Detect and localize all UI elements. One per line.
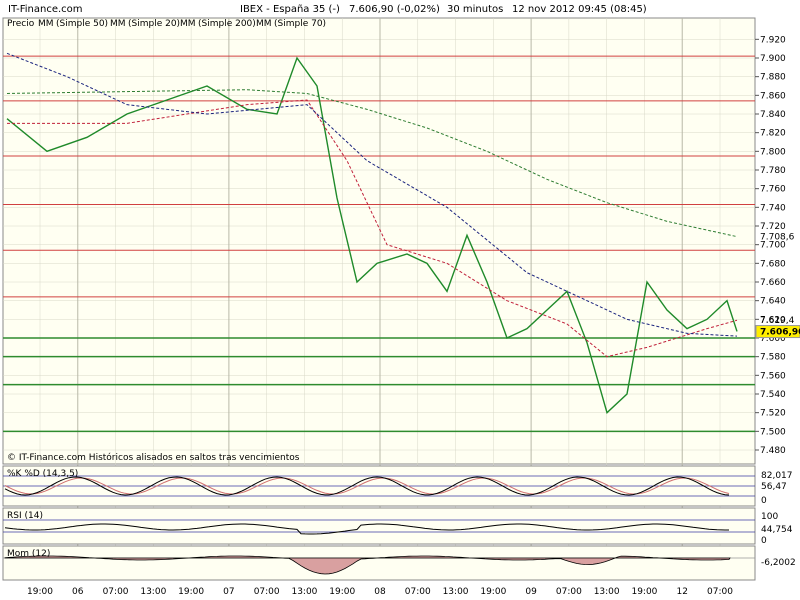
instrument-label: IBEX - España 35 (-) (240, 4, 340, 15)
rsi-title: RSI (14) (7, 511, 43, 521)
mom-title: Mom (12) (7, 549, 50, 559)
price-tick-label: 7.500 (760, 427, 786, 437)
price-tick-label: 7.680 (760, 259, 786, 269)
price-tick-label: 7.560 (760, 371, 786, 381)
chart-svg: IT-Finance.com IBEX - España 35 (-) 7.60… (0, 0, 800, 597)
x-tick-label: 07:00 (556, 587, 582, 597)
price-tick-label: 7.800 (760, 147, 786, 157)
datetime-label: 12 nov 2012 09:45 (08:45) (512, 4, 647, 15)
x-tick-label: 07:00 (405, 587, 431, 597)
legend-prefix-4: MM (256, 19, 272, 29)
x-tick-label: 09 (525, 587, 537, 597)
price-tick-label: 7.660 (760, 278, 786, 288)
price-tick-label: 7.760 (760, 185, 786, 195)
legend-sma200: (Simple 200) (198, 19, 256, 29)
legend-sma50: (Simple 50) (56, 19, 108, 29)
rsi-value: 44,754 (761, 525, 793, 535)
rsi-tick-0: 0 (761, 536, 767, 546)
brand-label: IT-Finance.com (8, 4, 83, 15)
price-tick-label: 7.780 (760, 166, 786, 176)
legend-prefix-3: MM (180, 19, 196, 29)
x-tick-label: 13:00 (443, 587, 469, 597)
stoch-value-k: 56,47 (761, 482, 787, 492)
x-tick-label: 19:00 (27, 587, 53, 597)
x-tick-label: 19:00 (178, 587, 204, 597)
footer-note: © IT-Finance.com Históricos alisados en … (7, 452, 300, 463)
price-tick-label: 7.900 (760, 54, 786, 64)
price-tick-label: 7.920 (760, 35, 786, 45)
x-tick-label: 13:00 (594, 587, 620, 597)
rsi-tick-100: 100 (761, 512, 778, 522)
mom-value: -6,2002 (761, 558, 796, 568)
x-tick-label: 07:00 (103, 587, 129, 597)
price-tick-label: 7.880 (760, 73, 786, 83)
price-tick-label: 7.860 (760, 91, 786, 101)
price-tick-label: 7.640 (760, 297, 786, 307)
price-tick-label: 7.720 (760, 222, 786, 232)
price-tick-label: 7.580 (760, 353, 786, 363)
x-tick-label: 19:00 (480, 587, 506, 597)
legend-prefix-2: MM (110, 19, 126, 29)
price-tick-label: 7.520 (760, 409, 786, 419)
x-tick-label: 12 (676, 587, 687, 597)
last-price-label: 7.606,90 (-0,02%) (349, 4, 440, 15)
x-tick-label: 07:00 (254, 587, 280, 597)
rsi-panel (2, 507, 756, 545)
price-tick-label: 7.840 (760, 110, 786, 120)
legend-sma20: (Simple 20) (128, 19, 180, 29)
stoch-title: %K %D (14,3,5) (7, 469, 78, 479)
x-tick-label: 07 (223, 587, 234, 597)
x-tick-label: 13:00 (140, 587, 166, 597)
legend-prefix-1: MM (38, 19, 54, 29)
legend-sma70: (Simple 70) (274, 19, 326, 29)
price-tick-label: 7.480 (760, 446, 786, 456)
x-tick-label: 19:00 (631, 587, 657, 597)
interval-label: 30 minutos (447, 4, 503, 15)
legend-price: Precio (7, 19, 35, 29)
x-tick-label: 08 (374, 587, 386, 597)
price-tick-label: 7.540 (760, 390, 786, 400)
x-tick-label: 13:00 (291, 587, 317, 597)
price-tick-label: 7.740 (760, 203, 786, 213)
price-value-label: 7.606,90 (760, 328, 800, 338)
price-axis: 7.920 7.900 7.880 7.860 7.840 7.820 7.800 7.780… (755, 35, 786, 456)
price-tick-label: 7.820 (760, 129, 786, 139)
price-value-label: 7.619,4 (760, 316, 795, 326)
mom-panel (2, 545, 756, 581)
x-tick-label: 06 (72, 587, 84, 597)
x-tick-label: 19:00 (329, 587, 355, 597)
x-axis: 19:00 06 07:00 13:00 19:00 07 07:00 13:00 19:00 0… (27, 587, 733, 597)
x-tick-label: 07:00 (707, 587, 733, 597)
stoch-value-d: 82,017 (761, 471, 793, 481)
price-value-label: 7.708,6 (760, 233, 795, 243)
stoch-tick-0: 0 (761, 496, 767, 506)
